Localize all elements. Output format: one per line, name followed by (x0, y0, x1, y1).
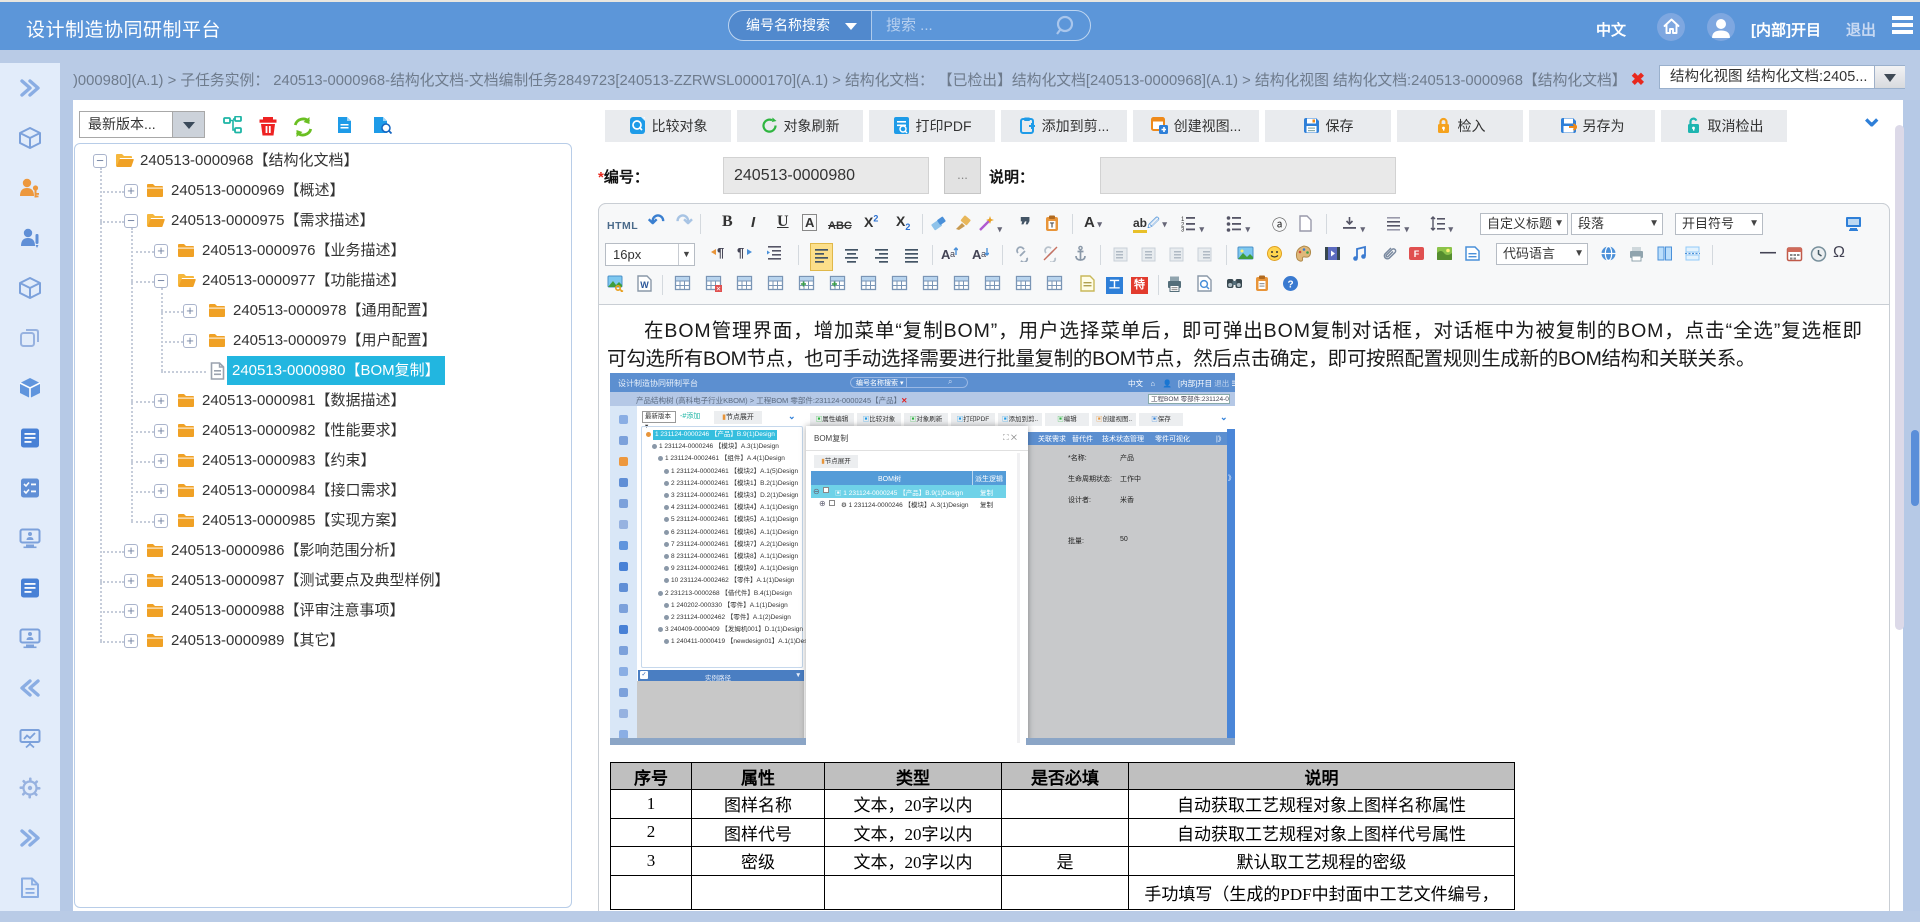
svg-text:F: F (1414, 249, 1420, 259)
svg-text:¶: ¶ (717, 245, 724, 260)
svg-text:✕: ✕ (716, 286, 721, 292)
svg-text:¶: ¶ (737, 245, 744, 260)
svg-text:a: a (950, 249, 955, 259)
svg-text:?: ? (1287, 280, 1293, 291)
svg-text:W: W (640, 280, 649, 290)
svg-text:T: T (1050, 223, 1055, 230)
svg-text:3: 3 (1181, 228, 1185, 233)
